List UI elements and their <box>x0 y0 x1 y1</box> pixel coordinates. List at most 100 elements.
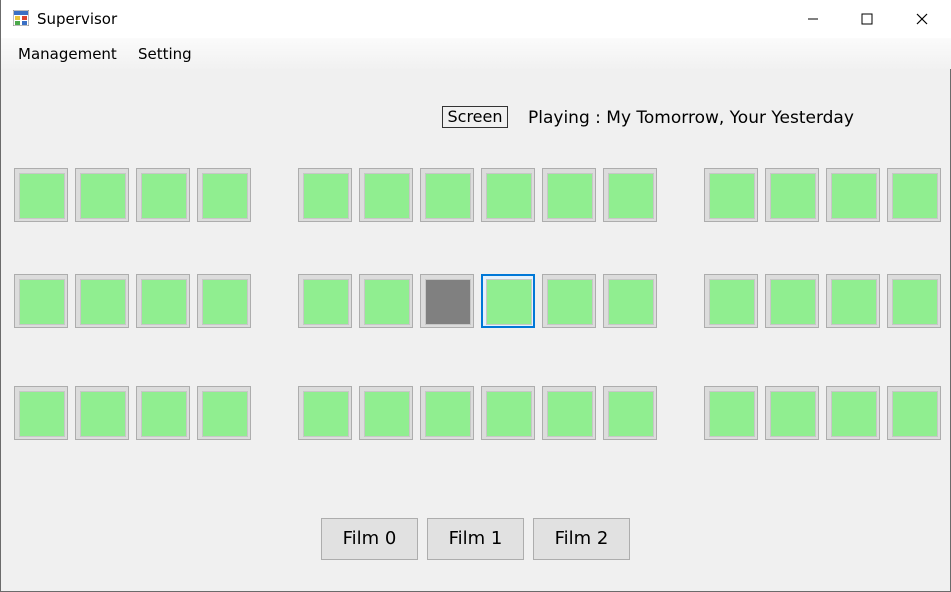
seat-fill <box>831 279 877 325</box>
film-0-button[interactable]: Film 0 <box>321 518 418 560</box>
seat-fill <box>141 391 187 437</box>
seat-r2-c6[interactable] <box>359 274 413 328</box>
seat-r2-c2[interactable] <box>75 274 129 328</box>
film-1-button[interactable]: Film 1 <box>427 518 524 560</box>
seat-r1-c4[interactable] <box>197 168 251 222</box>
seat-r3-c1[interactable] <box>14 386 68 440</box>
app-icon <box>13 10 29 26</box>
seat-r1-c7[interactable] <box>420 168 474 222</box>
seat-r1-c9[interactable] <box>542 168 596 222</box>
close-icon <box>916 13 927 25</box>
menu-management[interactable]: Management <box>18 45 117 63</box>
seat-r1-c1[interactable] <box>14 168 68 222</box>
minimize-button[interactable] <box>785 0 840 38</box>
seat-r3-c6[interactable] <box>359 386 413 440</box>
window-title: Supervisor <box>37 10 118 28</box>
title-bar[interactable]: Supervisor <box>1 0 951 38</box>
seat-r1-c8[interactable] <box>481 168 535 222</box>
seat-fill <box>141 173 187 219</box>
seat-r1-c13[interactable] <box>826 168 880 222</box>
seat-fill <box>892 279 938 325</box>
seat-fill <box>425 173 471 219</box>
seat-fill <box>892 173 938 219</box>
seat-r2-c10[interactable] <box>603 274 657 328</box>
seat-r2-c5[interactable] <box>298 274 352 328</box>
seat-r1-c11[interactable] <box>704 168 758 222</box>
seat-fill <box>547 279 593 325</box>
seat-fill <box>709 391 755 437</box>
seat-fill <box>608 391 654 437</box>
seat-fill <box>19 173 65 219</box>
supervisor-window: Supervisor Management Setting Screen Pla… <box>0 0 951 592</box>
close-button[interactable] <box>894 0 949 38</box>
menu-bar: Management Setting <box>1 38 951 69</box>
seat-r3-c3[interactable] <box>136 386 190 440</box>
seat-r3-c10[interactable] <box>603 386 657 440</box>
maximize-button[interactable] <box>839 0 894 38</box>
seat-fill <box>303 173 349 219</box>
seat-fill <box>547 173 593 219</box>
seat-fill <box>770 391 816 437</box>
seat-r3-c2[interactable] <box>75 386 129 440</box>
seat-fill <box>425 391 471 437</box>
seat-r2-c13[interactable] <box>826 274 880 328</box>
seat-r1-c10[interactable] <box>603 168 657 222</box>
seat-r2-c12[interactable] <box>765 274 819 328</box>
seat-r3-c5[interactable] <box>298 386 352 440</box>
menu-setting[interactable]: Setting <box>138 45 192 63</box>
seat-r2-c3[interactable] <box>136 274 190 328</box>
seat-fill <box>608 279 654 325</box>
maximize-icon <box>861 13 872 25</box>
seat-r2-c8[interactable] <box>481 274 535 328</box>
seat-fill <box>303 279 349 325</box>
seat-fill <box>425 279 471 325</box>
seat-fill <box>80 279 126 325</box>
seat-fill <box>486 391 532 437</box>
seat-fill <box>364 279 410 325</box>
seat-fill <box>80 391 126 437</box>
seat-fill <box>892 391 938 437</box>
seat-fill <box>486 173 532 219</box>
seat-r1-c6[interactable] <box>359 168 413 222</box>
seat-fill <box>202 173 248 219</box>
seat-fill <box>831 173 877 219</box>
seat-fill <box>141 279 187 325</box>
seat-r3-c14[interactable] <box>887 386 941 440</box>
seat-fill <box>831 391 877 437</box>
seat-r1-c14[interactable] <box>887 168 941 222</box>
seat-fill <box>303 391 349 437</box>
seat-r1-c2[interactable] <box>75 168 129 222</box>
seat-r3-c12[interactable] <box>765 386 819 440</box>
seat-fill <box>364 391 410 437</box>
seat-fill <box>547 391 593 437</box>
seat-fill <box>709 279 755 325</box>
seat-r2-c7[interactable] <box>420 274 474 328</box>
seat-fill <box>608 173 654 219</box>
now-playing-label: Playing : My Tomorrow, Your Yesterday <box>528 108 854 128</box>
seat-r1-c3[interactable] <box>136 168 190 222</box>
seat-r2-c9[interactable] <box>542 274 596 328</box>
seat-fill <box>202 391 248 437</box>
seat-r1-c5[interactable] <box>298 168 352 222</box>
seat-fill <box>486 279 532 325</box>
seat-r3-c4[interactable] <box>197 386 251 440</box>
seat-fill <box>364 173 410 219</box>
seat-r2-c11[interactable] <box>704 274 758 328</box>
seat-r3-c7[interactable] <box>420 386 474 440</box>
seat-r3-c9[interactable] <box>542 386 596 440</box>
seat-fill <box>770 173 816 219</box>
film-2-button[interactable]: Film 2 <box>533 518 630 560</box>
seat-r3-c13[interactable] <box>826 386 880 440</box>
seat-fill <box>19 279 65 325</box>
seat-fill <box>709 173 755 219</box>
seat-fill <box>80 173 126 219</box>
seat-r1-c12[interactable] <box>765 168 819 222</box>
seat-r3-c8[interactable] <box>481 386 535 440</box>
seat-fill <box>770 279 816 325</box>
seat-r3-c11[interactable] <box>704 386 758 440</box>
screen-button[interactable]: Screen <box>442 106 508 128</box>
seat-r2-c1[interactable] <box>14 274 68 328</box>
seat-r2-c14[interactable] <box>887 274 941 328</box>
seat-r2-c4[interactable] <box>197 274 251 328</box>
seat-fill <box>202 279 248 325</box>
